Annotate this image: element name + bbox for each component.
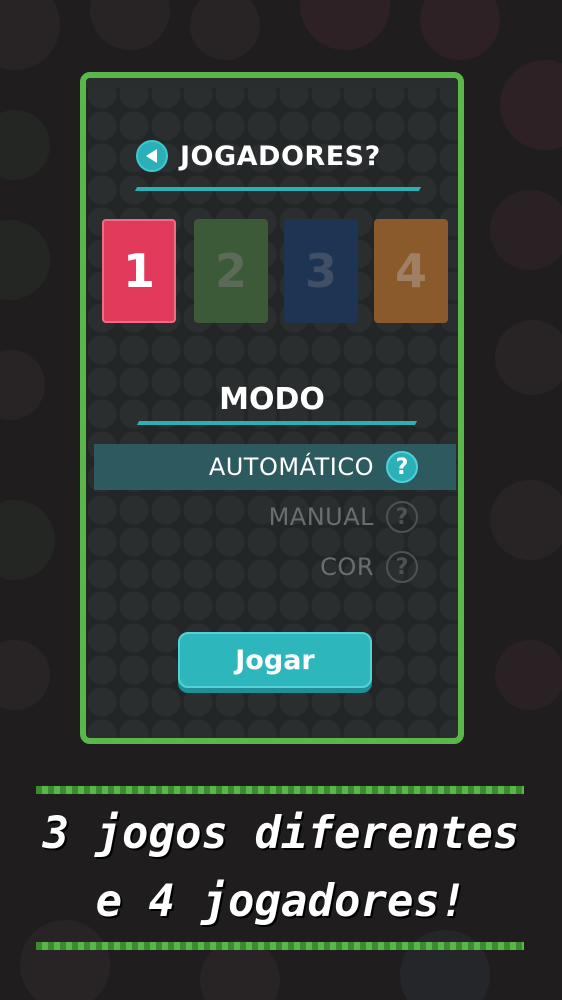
mode-option-cor[interactable]: COR ? xyxy=(94,544,456,590)
play-button[interactable]: Jogar xyxy=(178,632,372,688)
promo-line-2: e 4 jogadores! xyxy=(95,876,467,927)
mode-label: MANUAL xyxy=(268,503,374,531)
mode-label: COR xyxy=(320,553,374,581)
mode-option-manual[interactable]: MANUAL ? xyxy=(94,494,456,540)
mode-label: AUTOMÁTICO xyxy=(208,453,374,481)
player-count-3-button[interactable]: 3 xyxy=(284,219,358,323)
mode-underline xyxy=(136,421,418,425)
promo-top-divider xyxy=(36,786,524,794)
help-icon[interactable]: ? xyxy=(386,451,418,483)
panel-top-strip xyxy=(86,78,458,88)
promo-line-1: 3 jogos diferentes xyxy=(42,808,520,859)
back-arrow-icon xyxy=(146,149,157,163)
promo-bottom-divider xyxy=(36,942,524,950)
mode-option-automatico[interactable]: AUTOMÁTICO ? xyxy=(94,444,456,490)
game-setup-panel: JOGADORES? 1 2 3 4 MODO AUTOMÁTICO ? MAN… xyxy=(80,72,464,744)
help-icon[interactable]: ? xyxy=(386,551,418,583)
player-count-1-button[interactable]: 1 xyxy=(102,219,176,323)
back-button[interactable] xyxy=(136,140,168,172)
mode-title: MODO xyxy=(219,382,325,417)
players-title: JOGADORES? xyxy=(180,140,381,172)
help-icon[interactable]: ? xyxy=(386,501,418,533)
title-underline xyxy=(134,187,422,191)
player-count-2-button[interactable]: 2 xyxy=(194,219,268,323)
players-header: JOGADORES? xyxy=(136,140,381,172)
player-count-4-button[interactable]: 4 xyxy=(374,219,448,323)
